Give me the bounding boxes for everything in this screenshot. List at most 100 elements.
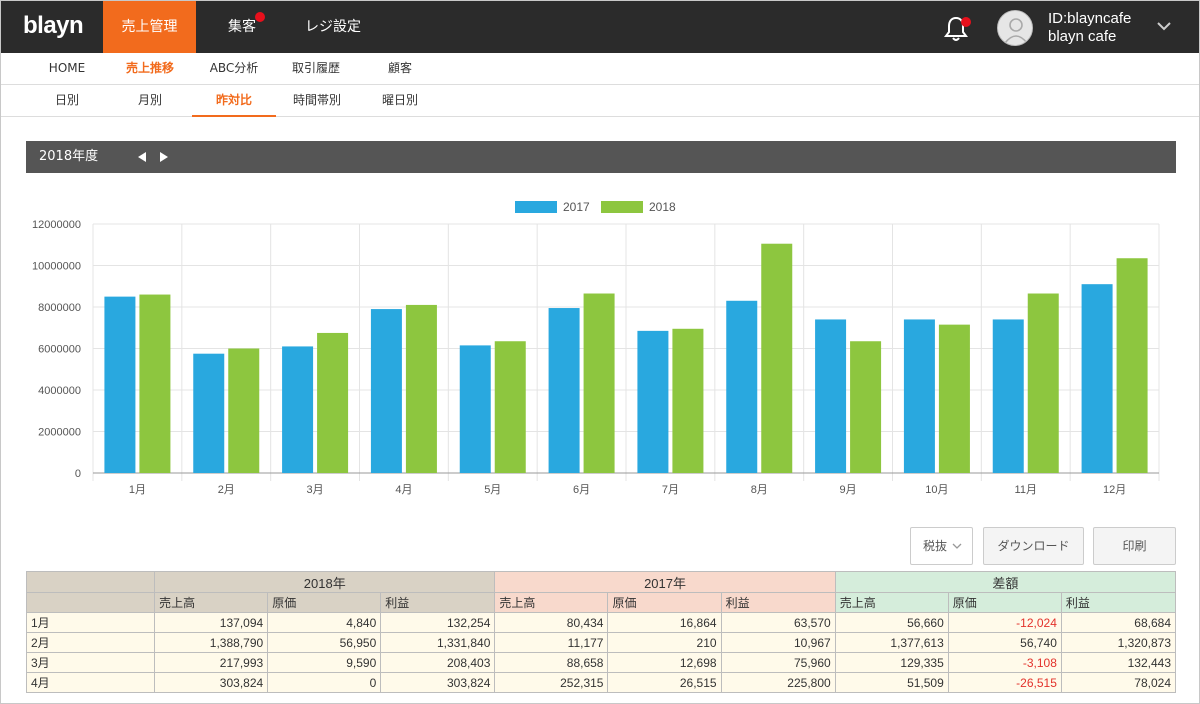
group-header-2018: 2018年 — [154, 571, 496, 593]
x-tick-label: 12月 — [1103, 484, 1126, 496]
bar-2017 — [104, 296, 136, 473]
table-body: 1月 137,094 4,840 132,254 80,434 16,864 63,570 5… — [25, 612, 1177, 693]
value-cell: 252,315 — [494, 672, 609, 693]
tab-monthly[interactable]: 月別 — [118, 85, 182, 117]
y-tick-label: 12000000 — [32, 219, 81, 231]
column-header: 利益 — [1060, 592, 1177, 613]
download-button[interactable]: ダウンロード — [983, 527, 1084, 565]
tab-daily[interactable]: 日別 — [35, 85, 99, 117]
logo: blayn — [23, 12, 84, 39]
value-cell: 132,254 — [380, 612, 496, 633]
column-header: 利益 — [720, 592, 836, 613]
x-tick-label: 11月 — [1015, 484, 1037, 496]
tax-select[interactable]: 税抜 — [910, 527, 973, 565]
y-tick-label: 8000000 — [38, 302, 81, 314]
x-tick-label: 1月 — [129, 484, 146, 496]
x-tick-label: 6月 — [573, 484, 590, 496]
month-cell: 1月 — [25, 612, 156, 633]
x-tick-label: 3月 — [307, 484, 324, 496]
x-tick-label: 8月 — [751, 484, 768, 496]
bar-2017 — [548, 308, 580, 473]
tab-year-over-year[interactable]: 昨対比 — [192, 85, 276, 117]
nav-item-customers[interactable]: 集客 — [196, 1, 288, 53]
group-header-difference: 差額 — [834, 571, 1177, 593]
value-cell: 210 — [607, 632, 722, 653]
value-cell: 75,960 — [720, 652, 836, 673]
next-year-icon[interactable] — [160, 152, 168, 162]
value-cell: 10,967 — [720, 632, 836, 653]
y-tick-label: 4000000 — [38, 385, 81, 397]
value-cell: 51,509 — [834, 672, 949, 693]
user-name[interactable]: blayn cafe — [1048, 28, 1116, 45]
x-tick-label: 7月 — [662, 484, 679, 496]
previous-year-icon[interactable] — [138, 152, 146, 162]
group-header-2017: 2017年 — [494, 571, 836, 593]
value-cell: 0 — [267, 672, 382, 693]
fiscal-year-label: 2018年度 — [39, 149, 99, 164]
table-corner — [25, 571, 156, 593]
x-tick-label: 4月 — [395, 484, 412, 496]
x-tick-label: 9月 — [840, 484, 857, 496]
value-cell: 26,515 — [607, 672, 722, 693]
subnav-abc-analysis[interactable]: ABC分析 — [198, 53, 270, 85]
column-header: 原価 — [947, 592, 1062, 613]
table-corner — [25, 592, 156, 613]
subnav-transactions[interactable]: 取引履歴 — [284, 53, 348, 85]
year-selector-bar: 2018年度 — [26, 141, 1176, 173]
subnav-home[interactable]: HOME — [35, 53, 99, 85]
tab-by-hour[interactable]: 時間帯別 — [284, 85, 350, 117]
tax-select-value: 税抜 — [923, 539, 948, 553]
legend-label: 2017 — [563, 200, 590, 214]
y-tick-label: 6000000 — [38, 344, 81, 356]
nav-item-customers-label: 集客 — [228, 19, 256, 35]
value-cell: 217,993 — [154, 652, 269, 673]
avatar[interactable] — [997, 10, 1033, 46]
legend-label: 2018 — [649, 200, 676, 214]
top-bar: blayn 売上管理 集客 レジ設定 ID:blayncafe blayn ca… — [1, 1, 1199, 53]
bar-2017 — [459, 345, 491, 473]
comparison-table: 2018年 2017年 差額 売上高 原価 利益 売上高 原価 利益 売上高 原… — [25, 571, 1177, 693]
sub-nav: HOME 売上推移 ABC分析 取引履歴 顧客 — [1, 53, 1199, 85]
value-cell: 1,320,873 — [1060, 632, 1177, 653]
value-cell: 303,824 — [380, 672, 496, 693]
notification-dot — [961, 17, 971, 27]
nav-item-sales[interactable]: 売上管理 — [103, 1, 196, 53]
bar-2018 — [583, 293, 615, 473]
column-header: 原価 — [607, 592, 722, 613]
value-cell: 56,660 — [834, 612, 949, 633]
value-cell: -26,515 — [947, 672, 1062, 693]
bell-icon[interactable] — [941, 14, 971, 44]
bar-2018 — [405, 304, 437, 473]
y-tick-label: 2000000 — [38, 427, 81, 439]
value-cell: 88,658 — [494, 652, 609, 673]
value-cell: 63,570 — [720, 612, 836, 633]
bar-chart: 0 2000000 4000000 6000000 8000000 10000000 120… — [32, 200, 1160, 496]
subnav-sales-trend[interactable]: 売上推移 — [118, 53, 182, 85]
app-window: blayn 売上管理 集客 レジ設定 ID:blayncafe blayn ca… — [0, 0, 1200, 704]
nav-item-register-settings[interactable]: レジ設定 — [288, 1, 378, 53]
x-tick-label: 10月 — [925, 484, 948, 496]
bar-2018 — [228, 348, 260, 473]
value-cell: 137,094 — [154, 612, 269, 633]
user-id[interactable]: ID:blayncafe — [1048, 10, 1131, 27]
bar-2018 — [938, 324, 970, 473]
value-cell: 9,590 — [267, 652, 382, 673]
chevron-down-icon[interactable] — [1157, 21, 1171, 31]
tab-by-weekday[interactable]: 曜日別 — [373, 85, 427, 117]
value-cell: 68,684 — [1060, 612, 1177, 633]
table-row: 4月 303,824 0 303,824 252,315 26,515 225,800 51,… — [25, 672, 1177, 693]
month-cell: 3月 — [25, 652, 156, 673]
bar-2018 — [317, 332, 349, 473]
value-cell: 56,950 — [267, 632, 382, 653]
bar-2017 — [370, 309, 402, 473]
bar-2017 — [726, 300, 758, 473]
subnav-customers[interactable]: 顧客 — [373, 53, 427, 85]
value-cell: 1,377,613 — [834, 632, 949, 653]
value-cell: 129,335 — [834, 652, 949, 673]
bar-2017 — [282, 346, 314, 473]
value-cell: 1,331,840 — [380, 632, 496, 653]
value-cell: 80,434 — [494, 612, 609, 633]
sales-comparison-chart: 0 2000000 4000000 6000000 8000000 10000000 120… — [1, 191, 1199, 501]
print-button[interactable]: 印刷 — [1093, 527, 1176, 565]
value-cell: 225,800 — [720, 672, 836, 693]
